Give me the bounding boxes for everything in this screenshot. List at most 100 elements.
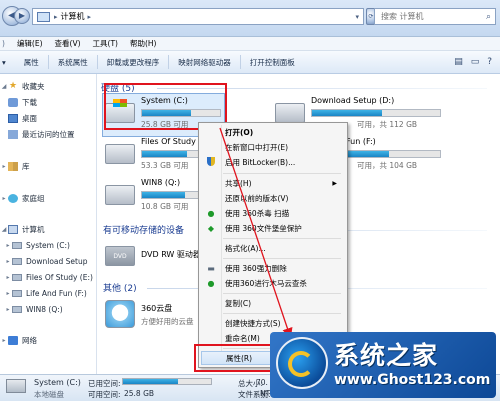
- watermark-banner: 系统之家 www.Ghost123.com: [270, 332, 496, 398]
- menu-item-restore[interactable]: 还原以前的版本(V): [201, 191, 343, 205]
- menu-view[interactable]: 查看(V): [49, 38, 87, 49]
- cloud-drive-tile[interactable]: 360云盘 方便好用的云盘: [105, 300, 205, 338]
- menu-item-open-new-window[interactable]: 在新窗口中打开(E): [201, 140, 343, 154]
- nav-drive-e[interactable]: ▸ Files Of Study (E:): [4, 270, 92, 284]
- menu-item-delete-360[interactable]: ▬ 使用 360强力删除: [201, 261, 343, 275]
- antivirus-icon: ●: [207, 208, 215, 218]
- menu-edit[interactable]: 编辑(E): [11, 38, 49, 49]
- title-bar: ◀ ▶ ▸ 计算机 ▸ ▾ ⟳ ⌕: [0, 0, 500, 37]
- toolbar-control-panel[interactable]: 打开控制面板: [241, 57, 304, 68]
- status-drive-type: 本地磁盘: [34, 390, 64, 399]
- expand-arrow-icon[interactable]: ▸: [4, 274, 12, 281]
- address-bar[interactable]: ▸ 计算机 ▸ ▾: [32, 8, 364, 25]
- drive-name: DVD RW 驱动器: [141, 250, 201, 259]
- shield-icon: [207, 156, 215, 166]
- star-icon: ★: [8, 81, 18, 91]
- menu-item-bitlocker[interactable]: 启用 BitLocker(B)...: [201, 155, 343, 169]
- drive-free-text: 可用，共 104 GB: [357, 161, 418, 170]
- menu-separator: [223, 313, 341, 314]
- breadcrumb-arrow-icon[interactable]: ▸: [88, 13, 92, 21]
- view-options-icon[interactable]: ▤: [454, 57, 463, 67]
- expand-arrow-icon[interactable]: ▸: [4, 290, 12, 297]
- drive-name: WIN8 (Q:): [141, 178, 181, 187]
- computer-icon: [37, 11, 50, 22]
- drive-icon: [12, 305, 22, 313]
- menu-file-partial[interactable]: ): [0, 39, 11, 48]
- group-header-removable[interactable]: 有可移动存储的设备: [103, 223, 184, 236]
- drive-icon: [6, 379, 26, 393]
- forward-button[interactable]: ▶: [14, 8, 30, 24]
- collapse-arrow-icon[interactable]: ◢: [0, 83, 8, 90]
- status-free-value: 25.8 GB: [124, 389, 155, 398]
- library-icon: [8, 161, 18, 171]
- expand-arrow-icon[interactable]: ▸: [4, 258, 12, 265]
- menu-separator: [223, 173, 341, 174]
- expand-arrow-icon[interactable]: ▸: [0, 337, 8, 344]
- status-drive-name: System (C:): [34, 378, 81, 387]
- menu-item-format[interactable]: 格式化(A)...: [201, 241, 343, 255]
- expand-arrow-icon[interactable]: ▸: [4, 242, 12, 249]
- menu-item-copy[interactable]: 复制(C): [201, 296, 343, 310]
- cloud-icon: [105, 300, 135, 328]
- cloud-name: 360云盘: [141, 304, 173, 313]
- nav-downloads[interactable]: 下载: [8, 95, 37, 109]
- recent-places-icon: [8, 129, 18, 139]
- menu-help[interactable]: 帮助(H): [124, 38, 163, 49]
- network-icon: [8, 335, 18, 345]
- nav-libraries[interactable]: ▸ 库: [0, 159, 30, 173]
- menu-item-shield-360[interactable]: ◆ 使用 360文件堡垒保护: [201, 221, 343, 235]
- nav-homegroup[interactable]: ▸ 家庭组: [0, 191, 45, 205]
- menu-item-open[interactable]: 打开(O): [201, 125, 343, 139]
- nav-favorites[interactable]: ◢ ★ 收藏夹: [0, 79, 45, 93]
- menu-item-scan-360[interactable]: ● 使用 360杀毒 扫描: [201, 206, 343, 220]
- nav-recent[interactable]: 最近访问的位置: [8, 127, 75, 141]
- drive-icon: [12, 289, 22, 297]
- collapse-arrow-icon[interactable]: ◢: [0, 226, 8, 233]
- nav-drive-f[interactable]: ▸ Life And Fun (F:): [4, 286, 86, 300]
- dvd-icon: DVD: [105, 246, 135, 266]
- nav-drive-d[interactable]: ▸ Download Setup: [4, 254, 87, 268]
- nav-desktop[interactable]: 桌面: [8, 111, 37, 125]
- drive-usage-bar: [311, 109, 441, 117]
- nav-network[interactable]: ▸ 网络: [0, 333, 37, 347]
- menu-item-create-shortcut[interactable]: 创建快捷方式(S): [201, 316, 343, 330]
- menu-separator: [223, 238, 341, 239]
- preview-pane-icon[interactable]: ▭: [471, 57, 480, 67]
- nav-drive-c[interactable]: ▸ System (C:): [4, 238, 69, 252]
- breadcrumb-arrow-icon[interactable]: ▸: [54, 13, 58, 21]
- toolbar-organize-partial[interactable]: ▾: [0, 58, 15, 67]
- menu-item-trojan-360[interactable]: ● 使用360进行木马云查杀: [201, 276, 343, 290]
- annotation-highlight-box: [194, 344, 274, 372]
- drive-free-text: 10.8 GB 可用: [141, 202, 189, 211]
- toolbar-map-drive[interactable]: 映射网络驱动器: [169, 57, 240, 68]
- search-input[interactable]: [381, 12, 477, 21]
- status-used-label: 已用空间:: [88, 379, 121, 388]
- expand-arrow-icon[interactable]: ▸: [0, 163, 8, 170]
- help-icon[interactable]: ?: [487, 57, 492, 67]
- group-header-other[interactable]: 其他 (2): [103, 281, 137, 294]
- nav-computer[interactable]: ◢ 计算机: [0, 222, 45, 236]
- drive-icon: [275, 103, 305, 123]
- menu-item-share[interactable]: 共享(H) ▶: [201, 176, 343, 190]
- site-logo-icon: [276, 337, 328, 389]
- toolbar-properties[interactable]: 属性: [15, 57, 48, 68]
- dvd-drive-tile[interactable]: DVD DVD RW 驱动器: [105, 244, 205, 282]
- drive-icon: [12, 241, 22, 249]
- status-free-label: 可用空间:: [88, 390, 121, 399]
- search-icon[interactable]: ⌕: [486, 12, 491, 22]
- drive-name: Fun (F:): [346, 137, 376, 146]
- breadcrumb-computer[interactable]: 计算机: [61, 11, 85, 22]
- download-folder-icon: [8, 97, 18, 107]
- search-box[interactable]: ⌕: [374, 8, 496, 25]
- expand-arrow-icon[interactable]: ▸: [4, 306, 12, 313]
- cloud-subtitle: 方便好用的云盘: [141, 317, 194, 326]
- toolbar-uninstall[interactable]: 卸载或更改程序: [98, 57, 169, 68]
- watermark-title: 系统之家: [334, 341, 439, 370]
- address-dropdown-icon[interactable]: ▾: [355, 13, 359, 21]
- expand-arrow-icon[interactable]: ▸: [0, 195, 8, 202]
- nav-drive-q[interactable]: ▸ WIN8 (Q:): [4, 302, 62, 316]
- toolbar-system-properties[interactable]: 系统属性: [49, 57, 97, 68]
- menu-tools[interactable]: 工具(T): [87, 38, 124, 49]
- drive-icon: [105, 144, 135, 164]
- menu-separator: [223, 258, 341, 259]
